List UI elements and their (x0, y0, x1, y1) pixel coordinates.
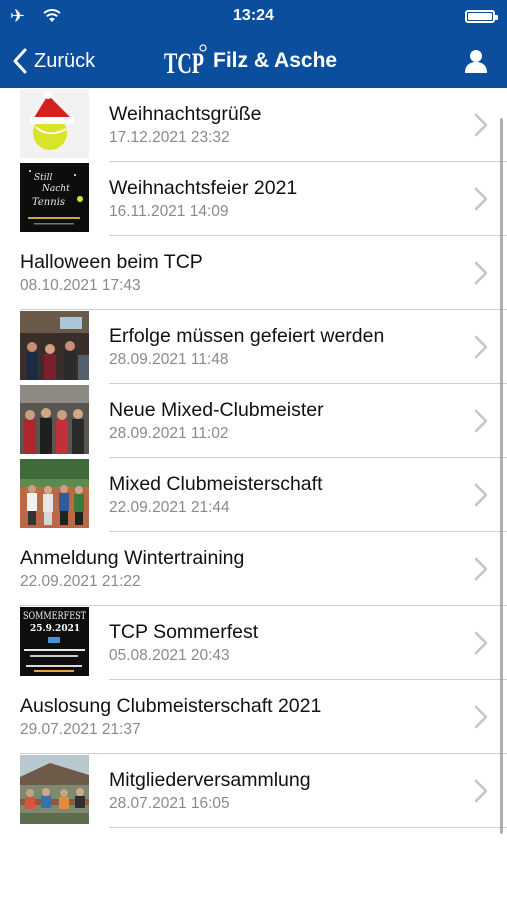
user-profile-icon[interactable] (463, 48, 489, 74)
news-title: Auslosung Clubmeisterschaft 2021 (20, 695, 322, 717)
chevron-right-icon (474, 187, 488, 211)
news-thumbnail: Still Nacht Tennis (20, 163, 89, 232)
chevron-right-icon (474, 335, 488, 359)
news-date: 16.11.2021 14:09 (109, 203, 229, 220)
list-item[interactable]: Anmeldung Wintertraining 22.09.2021 21:2… (0, 532, 507, 606)
news-list: Weihnachtsgrüße 17.12.2021 23:32 Still N… (0, 88, 507, 828)
list-item[interactable]: Weihnachtsgrüße 17.12.2021 23:32 (0, 88, 507, 162)
news-title: Mitgliederversammlung (109, 769, 311, 791)
chevron-right-icon (474, 557, 488, 581)
navigation-bar: Zurück TCP Filz & Asche (0, 34, 507, 88)
svg-text:Still: Still (34, 173, 53, 183)
news-thumbnail: SOMMERFEST 25.9.2021 (20, 607, 89, 676)
list-item[interactable]: Erfolge müssen gefeiert werden 28.09.202… (0, 310, 507, 384)
separator (109, 827, 507, 828)
list-item[interactable]: Auslosung Clubmeisterschaft 2021 29.07.2… (0, 680, 507, 754)
tcp-logo: TCP (164, 44, 207, 80)
list-item[interactable]: Mixed Clubmeisterschaft 22.09.2021 21:44 (0, 458, 507, 532)
chevron-right-icon (474, 705, 488, 729)
status-bar: ✈ 13:24 (0, 0, 507, 34)
news-date: 17.12.2021 23:32 (109, 129, 230, 146)
news-title: Erfolge müssen gefeiert werden (109, 325, 385, 347)
chevron-right-icon (474, 113, 488, 137)
news-date: 28.09.2021 11:48 (109, 351, 229, 368)
brand: TCP Filz & Asche (163, 42, 337, 80)
news-title: TCP Sommerfest (109, 621, 259, 643)
chevron-right-icon (474, 261, 488, 285)
news-title: Mixed Clubmeisterschaft (109, 473, 323, 495)
list-item[interactable]: SOMMERFEST 25.9.2021 TCP Sommerfest 05.0… (0, 606, 507, 680)
news-date: 05.08.2021 20:43 (109, 647, 230, 664)
chevron-left-icon (13, 48, 27, 74)
news-title: Halloween beim TCP (20, 251, 203, 273)
svg-text:TCP: TCP (164, 47, 204, 80)
back-button-label: Zurück (34, 49, 96, 72)
back-button[interactable]: Zurück (10, 46, 95, 76)
app-title: Filz & Asche (213, 49, 338, 72)
status-time: 13:24 (233, 7, 274, 24)
news-title: Weihnachtsgrüße (109, 103, 262, 125)
news-thumbnail (20, 459, 89, 528)
news-thumbnail (20, 755, 89, 824)
news-date: 29.07.2021 21:37 (20, 721, 141, 738)
svg-text:SOMMERFEST: SOMMERFEST (23, 611, 86, 622)
news-date: 28.09.2021 11:02 (109, 425, 229, 442)
list-item[interactable]: Still Nacht Tennis Weihnachtsfeier 2021 … (0, 162, 507, 236)
news-date: 22.09.2021 21:22 (20, 573, 141, 590)
chevron-right-icon (474, 779, 488, 803)
news-date: 08.10.2021 17:43 (20, 277, 141, 294)
scroll-indicator[interactable] (500, 118, 503, 834)
battery-icon (465, 10, 498, 23)
news-title: Weihnachtsfeier 2021 (109, 177, 298, 199)
news-thumbnail (20, 89, 89, 158)
svg-text:25.9.2021: 25.9.2021 (30, 624, 80, 634)
svg-text:Nacht: Nacht (41, 184, 70, 194)
news-date: 28.07.2021 16:05 (109, 795, 230, 812)
news-thumbnail (20, 311, 89, 380)
chevron-right-icon (474, 483, 488, 507)
news-date: 22.09.2021 21:44 (109, 499, 230, 516)
chevron-right-icon (474, 631, 488, 655)
list-item[interactable]: Halloween beim TCP 08.10.2021 17:43 (0, 236, 507, 310)
chevron-right-icon (474, 409, 488, 433)
news-thumbnail (20, 385, 89, 454)
list-item[interactable]: Mitgliederversammlung 28.07.2021 16:05 (0, 754, 507, 828)
news-title: Anmeldung Wintertraining (20, 547, 245, 569)
list-item[interactable]: Neue Mixed-Clubmeister 28.09.2021 11:02 (0, 384, 507, 458)
news-title: Neue Mixed-Clubmeister (109, 399, 324, 421)
svg-text:Tennis: Tennis (32, 197, 65, 208)
